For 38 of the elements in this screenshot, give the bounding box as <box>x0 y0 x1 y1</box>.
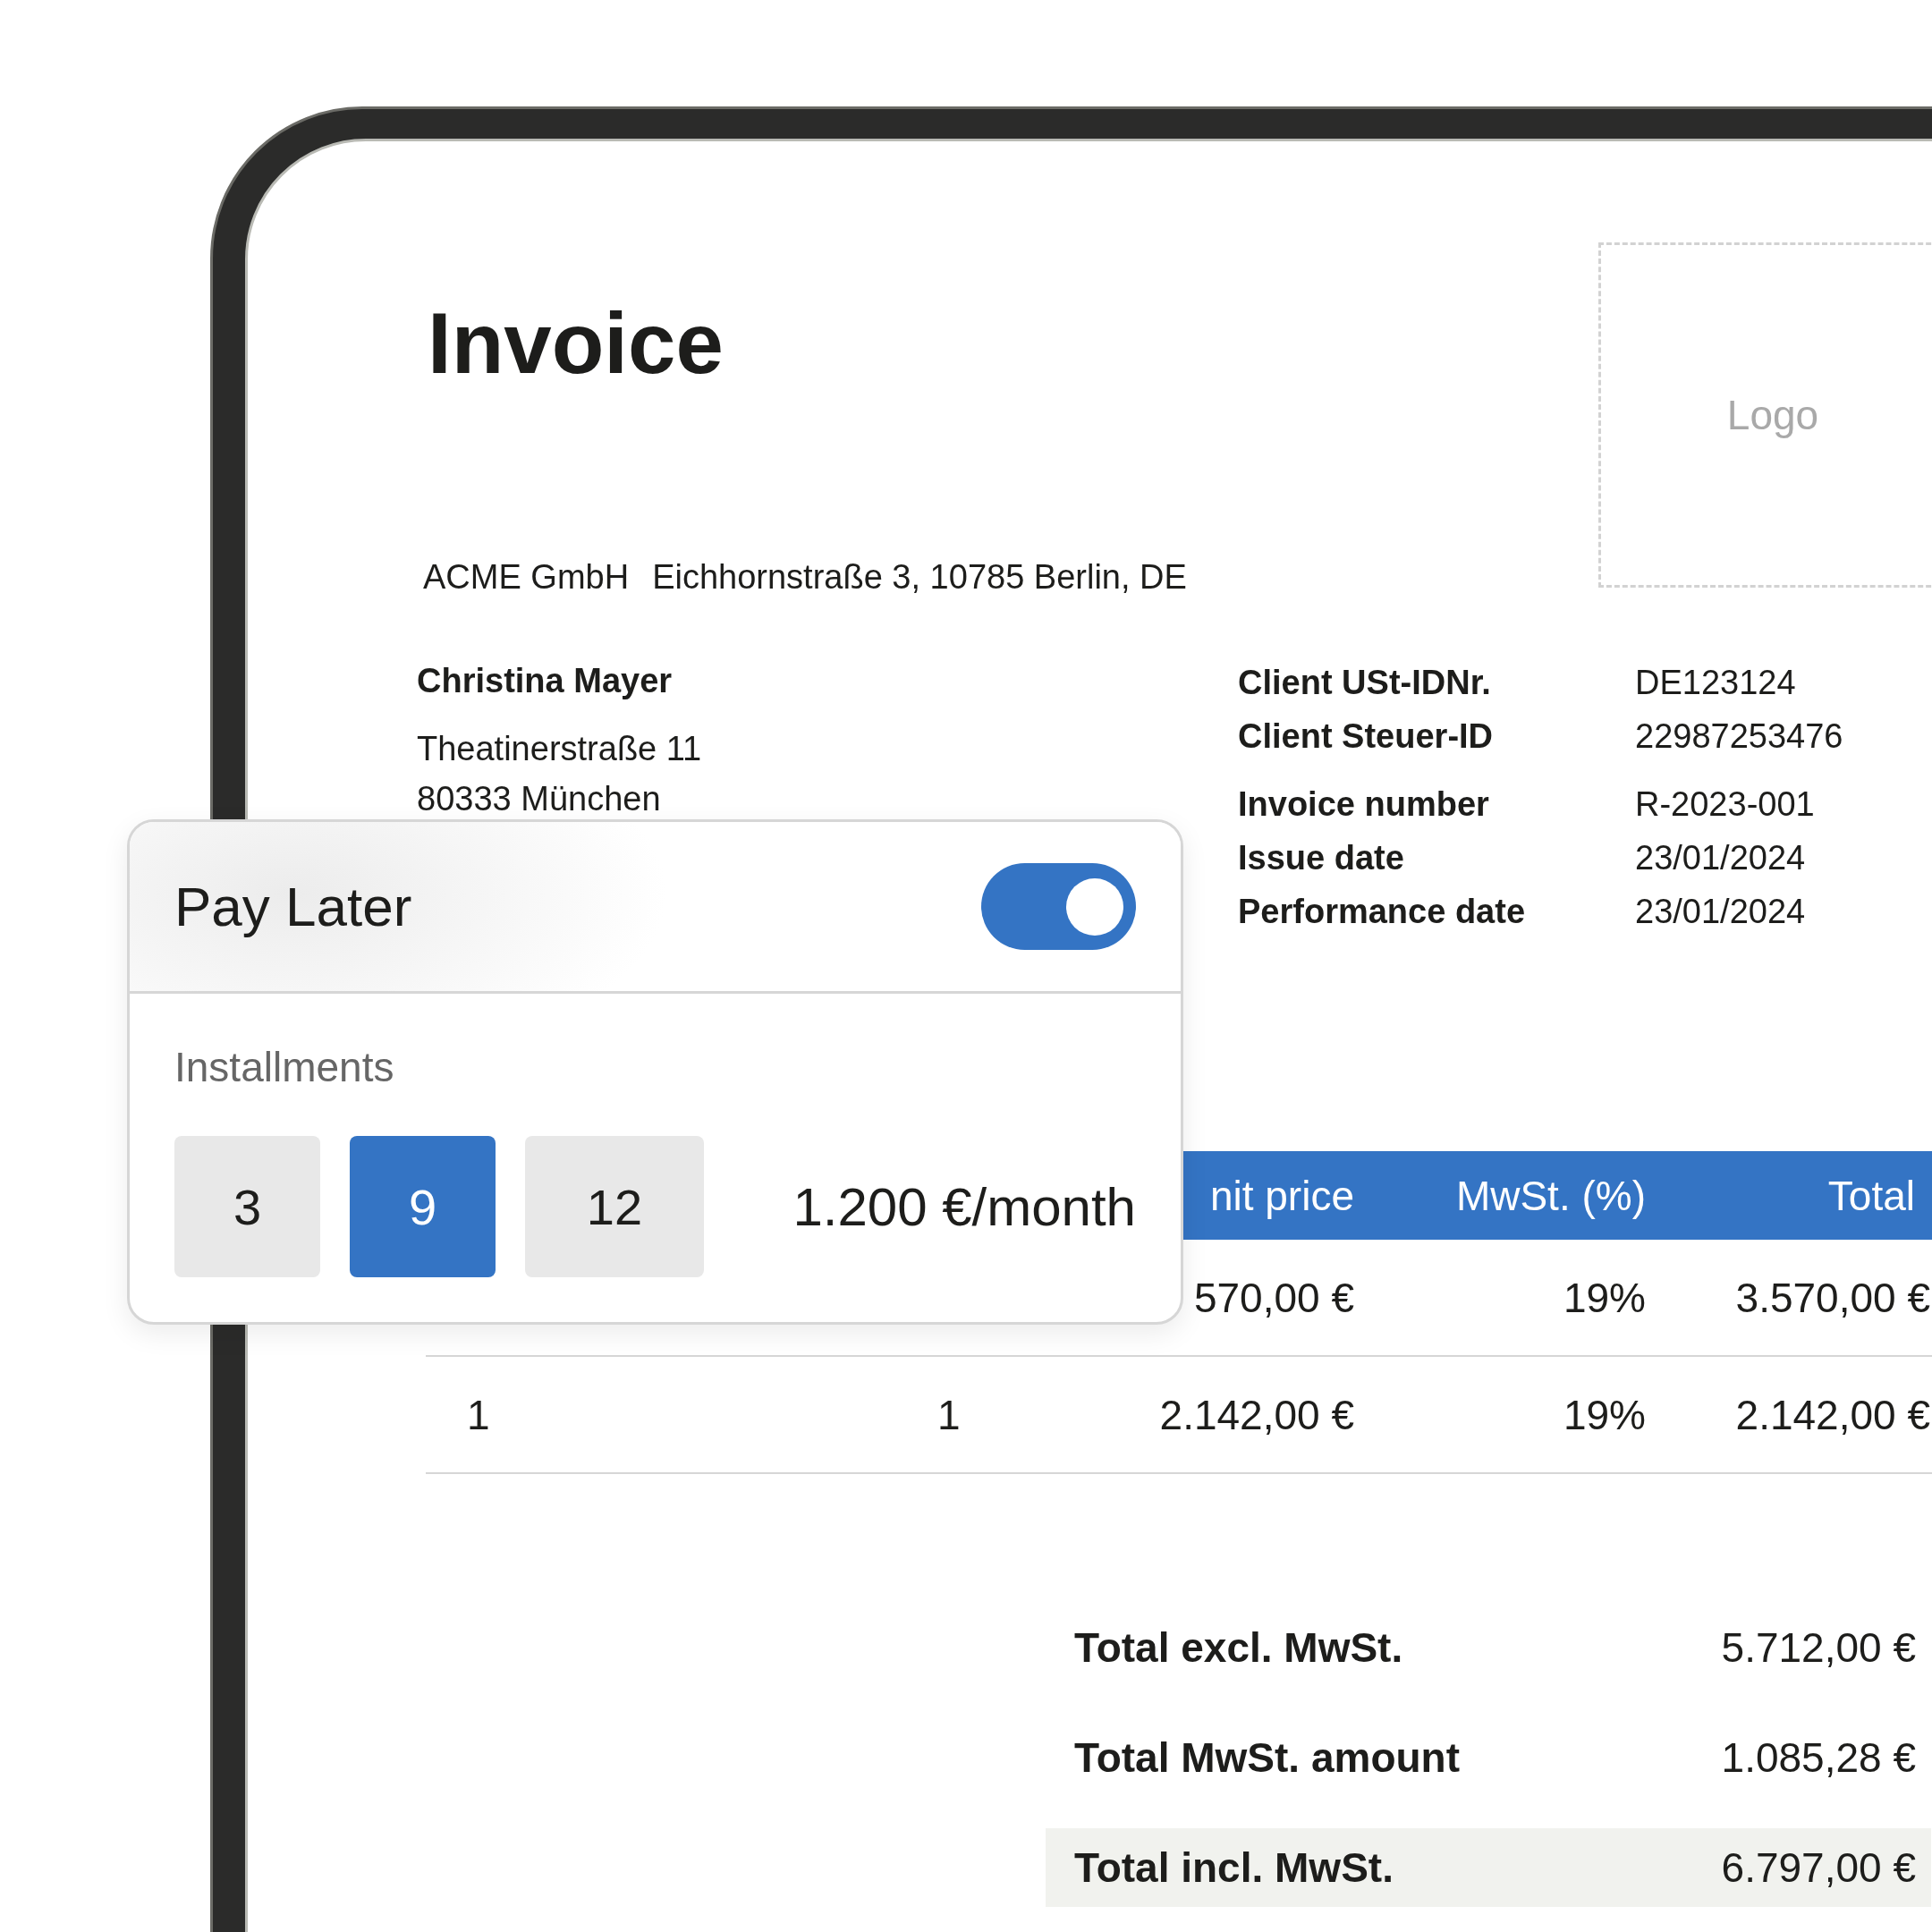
meta-value: 22987253476 <box>1635 716 1843 758</box>
sender-address: Eichhornstraße 3, 10785 Berlin, DE <box>652 558 1187 597</box>
meta-value: R-2023-001 <box>1635 784 1815 826</box>
table-cell: 19% <box>1563 1391 1646 1438</box>
total-label: Total incl. MwSt. <box>1074 1843 1394 1893</box>
total-value: 5.712,00 € <box>1721 1623 1916 1673</box>
invoice-title: Invoice <box>428 294 724 393</box>
column-header: MwSt. (%) <box>1454 1171 1646 1220</box>
table-cell: 1 <box>467 1391 490 1438</box>
installment-option[interactable]: 12 <box>525 1136 704 1277</box>
table-cell: 1 <box>937 1391 961 1438</box>
total-value: 6.797,00 € <box>1721 1843 1916 1893</box>
meta-label: Client USt-IDNr. <box>1238 663 1492 704</box>
meta-label: Issue date <box>1238 838 1405 879</box>
client-name: Christina Mayer <box>417 661 674 702</box>
column-header: Total <box>1826 1171 1916 1220</box>
table-cell: 2.142,00 € <box>1735 1391 1930 1438</box>
client-address-line: 80333 München <box>417 779 662 820</box>
meta-value: DE123124 <box>1635 663 1796 704</box>
monthly-rate: 1.200 €/month <box>792 1175 1136 1238</box>
total-value: 1.085,28 € <box>1721 1733 1916 1783</box>
meta-label: Performance date <box>1238 892 1526 933</box>
meta-label: Client Steuer-ID <box>1238 716 1495 758</box>
installments-label: Installments <box>174 1043 395 1091</box>
total-label: Total excl. MwSt. <box>1074 1623 1403 1673</box>
table-cell: 2.142,00 € <box>1159 1391 1354 1438</box>
meta-value: 23/01/2024 <box>1635 892 1806 933</box>
sender-name: ACME GmbH <box>423 558 630 597</box>
installment-option[interactable]: 3 <box>174 1136 320 1277</box>
total-label: Total MwSt. amount <box>1074 1733 1460 1783</box>
client-address-line: Theatinerstraße 11 <box>417 729 703 770</box>
table-cell: 3.570,00 € <box>1735 1274 1930 1321</box>
meta-value: 23/01/2024 <box>1635 838 1806 879</box>
installment-option[interactable]: 9 <box>350 1136 496 1277</box>
table-cell: 19% <box>1563 1274 1646 1321</box>
pay-later-title: Pay Later <box>174 875 412 938</box>
table-cell: 570,00 € <box>1193 1274 1354 1321</box>
meta-label: Invoice number <box>1238 784 1490 826</box>
